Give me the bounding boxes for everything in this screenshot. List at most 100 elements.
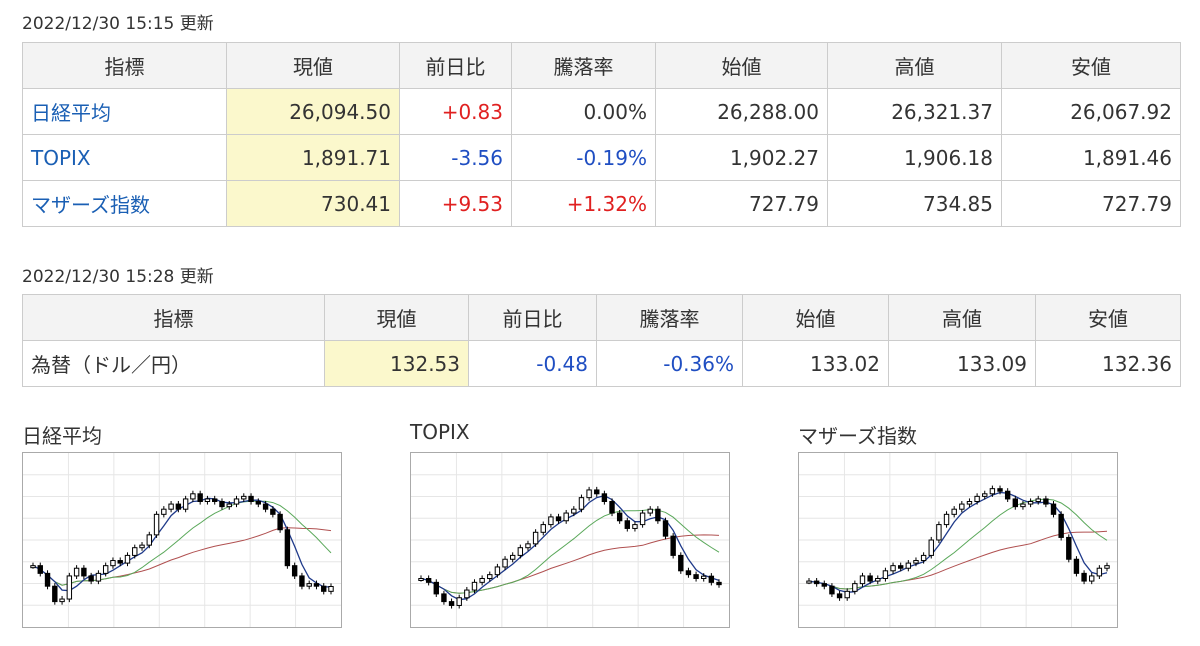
current-value: 1,891.71: [226, 134, 400, 181]
candle-body: [578, 497, 585, 510]
candle-body: [175, 503, 182, 510]
candle-body: [146, 534, 152, 546]
low-value: 727.79: [1001, 180, 1181, 227]
low-value: 1,891.46: [1001, 134, 1181, 181]
candle-body: [270, 508, 276, 515]
indices-header-row: 指標 現値 前日比 騰落率 始値 高値 安値: [22, 42, 1181, 89]
candle-body: [609, 501, 615, 514]
candle-body: [284, 529, 291, 567]
candle-body: [182, 498, 189, 510]
candle-body: [555, 516, 562, 522]
candle-body: [1004, 490, 1011, 500]
candle-body: [132, 547, 138, 556]
candle-body: [117, 560, 123, 564]
candle-body: [701, 575, 707, 580]
chart-nikkei[interactable]: [22, 452, 342, 628]
change-value: -0.48: [468, 340, 597, 387]
candle-body: [37, 565, 43, 574]
change-pct-value: 0.00%: [511, 88, 656, 135]
candle-body: [897, 565, 904, 569]
candle-body: [502, 558, 508, 568]
header-current: 現値: [226, 42, 400, 89]
candle-body: [662, 520, 669, 537]
candle-body: [806, 580, 812, 584]
high-value: 26,321.37: [827, 88, 1002, 135]
chart-title-nikkei: 日経平均: [22, 424, 102, 448]
candle-body: [632, 524, 638, 529]
high-value: 133.09: [888, 340, 1036, 387]
candle-body: [448, 601, 455, 606]
candle-body: [1035, 498, 1041, 503]
candle-body: [487, 574, 493, 580]
current-value: 26,094.50: [226, 88, 400, 135]
high-value: 734.85: [827, 180, 1002, 227]
candle-body: [959, 503, 965, 510]
header-low: 安値: [1035, 294, 1181, 341]
change-value: -3.56: [399, 134, 512, 181]
candle-body: [920, 554, 927, 562]
current-value: 730.41: [226, 180, 400, 227]
chart-mothers[interactable]: [798, 452, 1118, 628]
candle-body: [1096, 567, 1103, 577]
candle-body: [639, 512, 646, 526]
candle-body: [571, 508, 577, 514]
header-indicator: 指標: [22, 42, 227, 89]
chart-nikkei-svg: [23, 453, 341, 627]
chart-mothers-svg: [799, 453, 1117, 627]
candle-body: [928, 539, 934, 556]
candle-body: [494, 566, 501, 576]
candle-body: [81, 567, 87, 577]
header-change-pct: 騰落率: [511, 42, 656, 89]
candle-body: [624, 520, 631, 529]
index-name-cell: 日経平均: [22, 88, 227, 135]
index-name-cell: TOPIX: [22, 134, 227, 181]
candle-body: [471, 581, 478, 591]
candle-body: [1012, 498, 1019, 508]
candle-body: [313, 583, 320, 587]
candle-body: [1066, 536, 1072, 560]
chart-title-mothers: マザーズ指数: [798, 424, 917, 448]
candle-body: [989, 488, 996, 495]
chart-topix[interactable]: [410, 452, 730, 628]
fx-header-row: 指標 現値 前日比 騰落率 始値 高値 安値: [22, 294, 1181, 341]
candle-body: [982, 493, 988, 497]
candle-body: [153, 513, 160, 536]
index-link-nikkei[interactable]: 日経平均: [31, 101, 111, 125]
table-row: マザーズ指数 730.41 +9.53 +1.32% 727.79 734.85…: [22, 180, 1181, 227]
candle-body: [44, 572, 51, 587]
change-pct-value: -0.19%: [511, 134, 656, 181]
candle-body: [291, 565, 298, 577]
header-low: 安値: [1001, 42, 1181, 89]
candle-body: [197, 493, 203, 502]
indices-timestamp: 2022/12/30 15:15 更新: [22, 14, 214, 34]
candle-body: [821, 583, 827, 587]
candle-body: [219, 501, 225, 508]
candle-body: [233, 498, 240, 505]
candle-body: [974, 495, 980, 502]
candle-body: [844, 590, 850, 599]
index-link-mothers[interactable]: マザーズ指数: [31, 193, 150, 217]
current-value: 132.53: [324, 340, 469, 387]
candle-body: [241, 495, 247, 500]
header-open: 始値: [742, 294, 889, 341]
candle-body: [190, 493, 196, 500]
candle-body: [875, 578, 881, 582]
candle-body: [905, 562, 912, 569]
candle-body: [1104, 565, 1110, 569]
candle-body: [1073, 558, 1080, 574]
candle-body: [943, 513, 950, 526]
candle-body: [670, 535, 676, 556]
candle-body: [693, 574, 699, 580]
candle-body: [433, 581, 439, 595]
candle-body: [813, 580, 820, 585]
candle-body: [464, 589, 470, 599]
candle-body: [66, 575, 73, 600]
table-row: 為替（ドル／円） 132.53 -0.48 -0.36% 133.02 133.…: [22, 340, 1181, 387]
candle-body: [890, 565, 896, 572]
candle-body: [328, 586, 334, 592]
moving-average-short-line: [808, 491, 1108, 593]
header-change: 前日比: [399, 42, 512, 89]
header-open: 始値: [655, 42, 828, 89]
index-link-topix[interactable]: TOPIX: [31, 146, 91, 170]
candle-body: [88, 575, 94, 582]
